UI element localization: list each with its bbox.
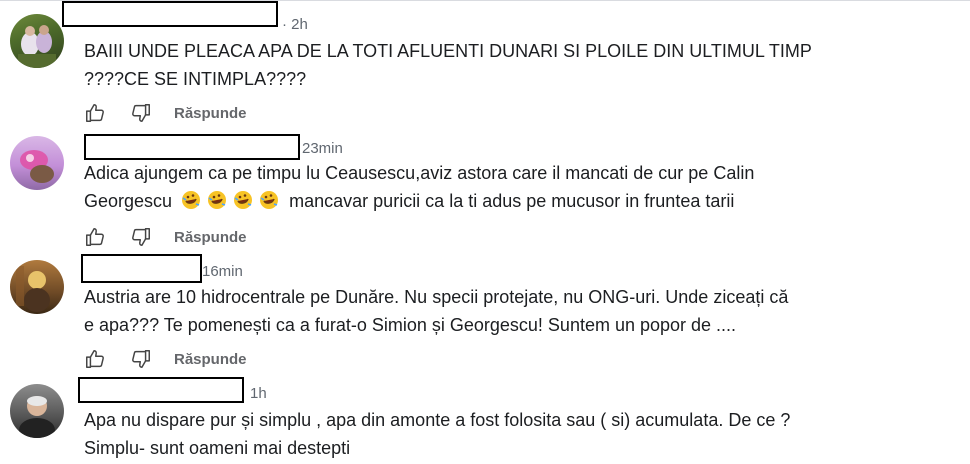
redacted-author-name [84, 134, 300, 160]
comment-text-line: Simplu- sunt oameni mai destepti [84, 438, 351, 458]
comment-text-line: Austria are 10 hidrocentrale pe Dunăre. … [84, 287, 789, 307]
comment-text-line: Georgescu mancavar puricii ca la ti adus… [84, 187, 944, 215]
comment-actions: Răspunde [84, 100, 247, 126]
comment-text-line: Adica ajungem ca pe timpu lu Ceausescu,a… [84, 163, 755, 183]
rolling-on-floor-laughing-emoji [208, 191, 227, 209]
thumbs-down-icon[interactable] [130, 102, 152, 124]
comment-actions: Răspunde [84, 346, 247, 372]
thumbs-up-icon[interactable] [84, 226, 106, 248]
rolling-on-floor-laughing-emoji [260, 191, 279, 209]
avatar[interactable] [10, 14, 64, 68]
reply-button[interactable]: Răspunde [174, 105, 247, 122]
comment-time: · 2h [282, 16, 308, 33]
comment-text: Apa nu dispare pur și simplu , apa din a… [84, 406, 944, 462]
comment-text: Austria are 10 hidrocentrale pe Dunăre. … [84, 283, 944, 339]
reply-button[interactable]: Răspunde [174, 351, 247, 368]
avatar[interactable] [10, 260, 64, 314]
rolling-on-floor-laughing-emoji [182, 191, 201, 209]
rolling-on-floor-laughing-emoji [234, 191, 253, 209]
avatar[interactable] [10, 384, 64, 438]
reply-button[interactable]: Răspunde [174, 229, 247, 246]
comment-text: Adica ajungem ca pe timpu lu Ceausescu,a… [84, 159, 944, 215]
comment-text-segment: mancavar puricii ca la ti adus pe mucuso… [289, 191, 735, 211]
comment-text-segment: Georgescu [84, 191, 173, 211]
comment-text-line: BAIII UNDE PLEACA APA DE LA TOTI AFLUENT… [84, 41, 812, 61]
thumbs-down-icon[interactable] [130, 348, 152, 370]
redacted-author-name [78, 377, 244, 403]
redacted-author-name [81, 254, 202, 283]
avatar[interactable] [10, 136, 64, 190]
comment-time: 16min [202, 263, 243, 280]
redacted-author-name [62, 1, 278, 27]
thumbs-up-icon[interactable] [84, 348, 106, 370]
comment-actions: Răspunde [84, 224, 247, 250]
comment-text: BAIII UNDE PLEACA APA DE LA TOTI AFLUENT… [84, 37, 944, 93]
comment-time: 1h [250, 385, 267, 402]
comment-time: 23min [302, 140, 343, 157]
comment-text-line: ????CE SE INTIMPLA???? [84, 69, 307, 89]
comment-text-line: Apa nu dispare pur și simplu , apa din a… [84, 410, 791, 430]
comment-text-line: e apa??? Te pomenești ca a furat-o Simio… [84, 315, 737, 335]
thumbs-up-icon[interactable] [84, 102, 106, 124]
emoji-group [181, 191, 285, 211]
thumbs-down-icon[interactable] [130, 226, 152, 248]
